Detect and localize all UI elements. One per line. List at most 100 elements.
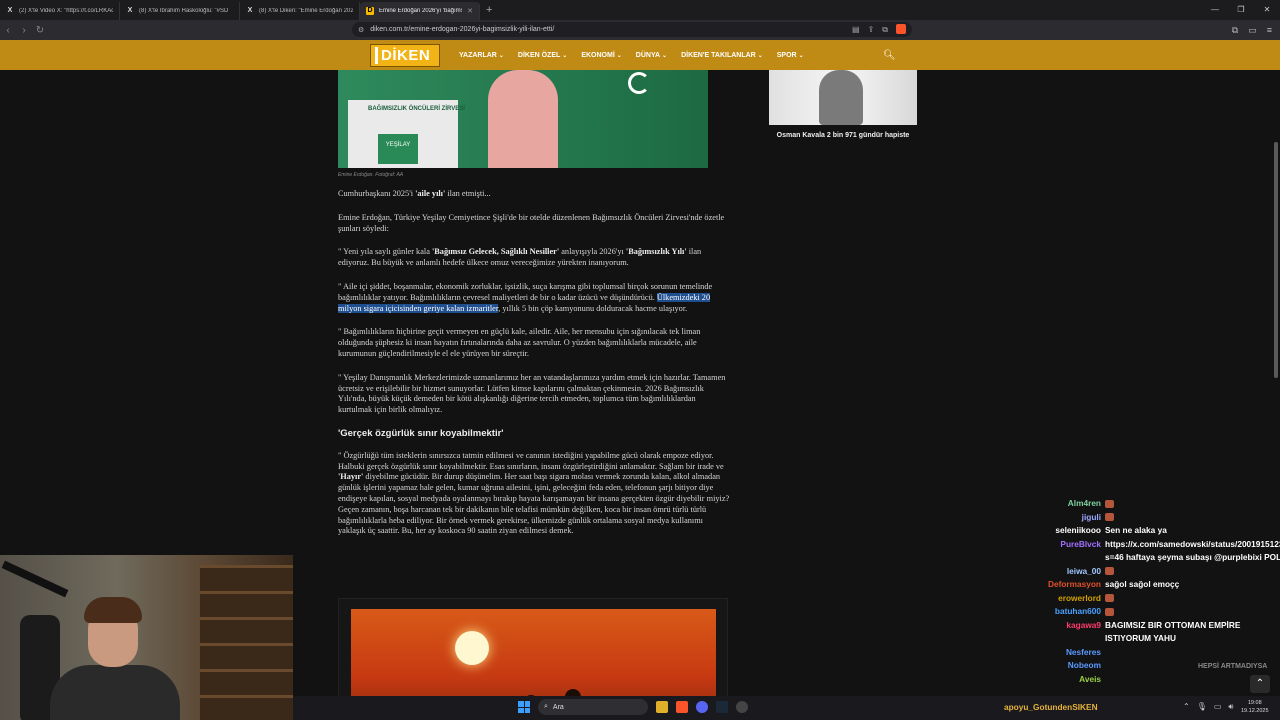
browser-tab-3[interactable]: X (8) X'te Diken: "Emine Erdoğan 2026 <box>240 2 360 20</box>
restore-icon[interactable]: ❐ <box>1228 0 1254 20</box>
search-icon: ⌕ <box>544 703 548 710</box>
paragraph-5: " Bağımlılıkların hiçbirine geçit vermey… <box>338 327 701 358</box>
menu-item-dikene-takilanlar[interactable]: DİKEN'E TAKILANLAR ⌄ <box>681 52 763 59</box>
url-text: diken.com.tr/emine-erdogan-2026yi-bagims… <box>370 26 555 33</box>
wallet-icon[interactable]: ▭ <box>1248 25 1257 36</box>
system-tray: ⌃ 🎙︎ ▭ 🔊︎ <box>1183 702 1233 712</box>
chat-username[interactable]: PureBlvck <box>1030 538 1105 565</box>
obs-icon[interactable] <box>736 701 748 713</box>
chat-text <box>1105 605 1280 619</box>
address-bar[interactable]: ⚙ diken.com.tr/emine-erdogan-2026yi-bagi… <box>352 22 912 37</box>
emote-icon <box>1105 513 1114 522</box>
chat-text: https://x.com/samedowski/status/20019151… <box>1105 538 1280 563</box>
chat-text <box>1105 511 1280 525</box>
steam-icon[interactable] <box>716 701 728 713</box>
chat-message: PureBlvck https://x.com/samedowski/status… <box>1030 538 1280 565</box>
chat-username[interactable]: seleniikooo <box>1030 524 1105 538</box>
minimize-icon[interactable]: — <box>1202 0 1228 20</box>
crescent-icon <box>628 72 650 94</box>
search-icon[interactable]: 🔍︎ <box>883 50 896 61</box>
paragraph-4: " Aile içi şiddet, boşanmalar, ekonomik … <box>338 281 713 313</box>
site-settings-icon[interactable]: ⚙ <box>358 26 364 34</box>
chat-message: batuhan600 <box>1030 605 1280 619</box>
close-tab-icon[interactable]: ✕ <box>467 7 473 15</box>
paragraph-3: " Yeni yıla saylı günler kala 'Bağımsız … <box>338 247 702 268</box>
extensions-icon[interactable]: ⧉ <box>1232 25 1238 36</box>
reader-icon[interactable]: ▤ <box>852 22 860 37</box>
chat-username[interactable]: erowerlord <box>1030 592 1105 606</box>
back-icon[interactable]: ‹ <box>0 25 16 36</box>
emote-icon <box>1105 607 1114 616</box>
chevron-down-icon: ⌄ <box>616 52 622 59</box>
brave-shield-icon[interactable] <box>896 24 906 34</box>
forward-icon[interactable]: › <box>16 25 32 36</box>
chat-text: Sen ne alaka ya <box>1105 525 1167 535</box>
browser-tab-4[interactable]: D Emine Erdoğan 2026'yı 'bağımsı ✕ <box>360 2 480 20</box>
chat-text <box>1105 497 1280 511</box>
emote-icon <box>1105 594 1114 603</box>
podium-text: BAĞIMSIZLIK ÖNCÜLERİ ZİRVESİ <box>368 106 465 112</box>
taskbar-search[interactable]: ⌕ Ara <box>538 699 648 715</box>
menu-item-dunya[interactable]: DÜNYA ⌄ <box>636 52 667 59</box>
chat-username[interactable]: batuhan600 <box>1030 605 1105 619</box>
chat-username[interactable]: Deformasyon <box>1030 578 1105 592</box>
close-window-icon[interactable]: ✕ <box>1254 0 1280 20</box>
taskbar: ⌕ Ara apoyu_GotundenSIKEN ⌃ 🎙︎ ▭ 🔊︎ 19:0… <box>293 696 1280 720</box>
chat-username[interactable]: Nobeom <box>1030 659 1105 673</box>
menu-item-ekonomi[interactable]: EKONOMİ ⌄ <box>581 52 621 59</box>
browser-tab-1[interactable]: X (2) X'te Video X: "https://t.co/LRKAq <box>0 2 120 20</box>
speaker-figure <box>488 70 558 168</box>
volume-icon[interactable]: 🔊︎ <box>1228 702 1233 712</box>
streamer-name: apoyu_GotundenSIKEN <box>1004 702 1098 712</box>
chat-username[interactable]: kagawa9 <box>1030 619 1105 646</box>
page-scrollbar[interactable] <box>1274 142 1278 378</box>
tab-title: (8) X'te İbrahim Haskoloğlu: "#SD <box>139 8 229 14</box>
site-logo[interactable]: DİKEN <box>370 44 440 67</box>
chat-username[interactable]: Aveis <box>1030 673 1105 687</box>
copy-link-icon[interactable]: ⧉ <box>882 22 888 37</box>
menu-icon[interactable]: ≡ <box>1267 25 1272 36</box>
chat-text: BAGIMSIZ BIR OTTOMAN EMPİRE ISTIYORUM YA… <box>1105 619 1241 644</box>
microphone-icon[interactable]: 🎙︎ <box>1197 702 1207 712</box>
menu-item-yazarlar[interactable]: YAZARLAR ⌄ <box>459 52 504 59</box>
discord-icon[interactable] <box>696 701 708 713</box>
new-tab-icon[interactable]: + <box>486 4 492 16</box>
network-icon[interactable]: ▭ <box>1214 702 1222 712</box>
chat-username[interactable]: jiguli <box>1030 511 1105 525</box>
brave-browser-icon[interactable] <box>676 701 688 713</box>
chevron-up-icon[interactable]: ⌃ <box>1183 702 1190 712</box>
chat-username[interactable]: Nesferes <box>1030 646 1105 660</box>
browser-tab-2[interactable]: X (8) X'te İbrahim Haskoloğlu: "#SD <box>120 2 240 20</box>
paragraph-7: " Özgürlüğü tüm isteklerin sınırsızca ta… <box>338 450 730 536</box>
screen: X (2) X'te Video X: "https://t.co/LRKAq … <box>0 0 1280 720</box>
stream-chat: Alm4ren jiguli seleniikooo Sen ne alaka ya P… <box>1030 497 1280 686</box>
sidebar-caption[interactable]: Osman Kavala 2 bin 971 gündür hapiste <box>769 132 917 139</box>
scroll-to-top-button[interactable]: ⌃ <box>1250 675 1270 693</box>
article-body: Cumhurbaşkanı 2025'i 'aile yılı' ilan et… <box>338 189 730 550</box>
share-icon[interactable]: ⇪ <box>868 22 875 37</box>
chevron-down-icon: ⌄ <box>662 52 668 59</box>
windows-start-icon[interactable] <box>518 701 530 713</box>
sidebar-photo[interactable] <box>769 70 917 125</box>
podium-brand: YEŞİLAY <box>378 134 418 164</box>
reload-icon[interactable]: ↻ <box>32 25 48 36</box>
chat-message: kagawa9 BAGIMSIZ BIR OTTOMAN EMPİRE ISTIY… <box>1030 619 1280 646</box>
article-photo: BAĞIMSIZLIK ÖNCÜLERİ ZİRVESİ YEŞİLAY <box>338 70 708 168</box>
menu-item-spor[interactable]: SPOR ⌄ <box>777 52 804 59</box>
chat-username[interactable]: leiwa_00 <box>1030 565 1105 579</box>
tab-title: Emine Erdoğan 2026'yı 'bağımsı <box>379 8 463 14</box>
streamer-hair <box>84 597 142 623</box>
clock[interactable]: 19:08 19.12.2025 <box>1241 699 1269 715</box>
menu-item-diken-ozel[interactable]: DİKEN ÖZEL ⌄ <box>518 52 567 59</box>
chat-message: leiwa_00 <box>1030 565 1280 579</box>
chat-username[interactable]: Alm4ren <box>1030 497 1105 511</box>
chevron-down-icon: ⌄ <box>798 52 804 59</box>
file-explorer-icon[interactable] <box>656 701 668 713</box>
main-menu: YAZARLAR ⌄ DİKEN ÖZEL ⌄ EKONOMİ ⌄ DÜNYA ⌄ Dİ… <box>459 40 804 70</box>
overlay-text: HEPSİ ARTMADIYSA <box>1198 663 1268 670</box>
x-logo-icon: X <box>7 7 13 14</box>
chat-message: jiguli <box>1030 511 1280 525</box>
chat-text: sağol sağol emoçç <box>1105 579 1180 589</box>
chat-message: seleniikooo Sen ne alaka ya <box>1030 524 1280 538</box>
chat-text <box>1105 646 1280 660</box>
